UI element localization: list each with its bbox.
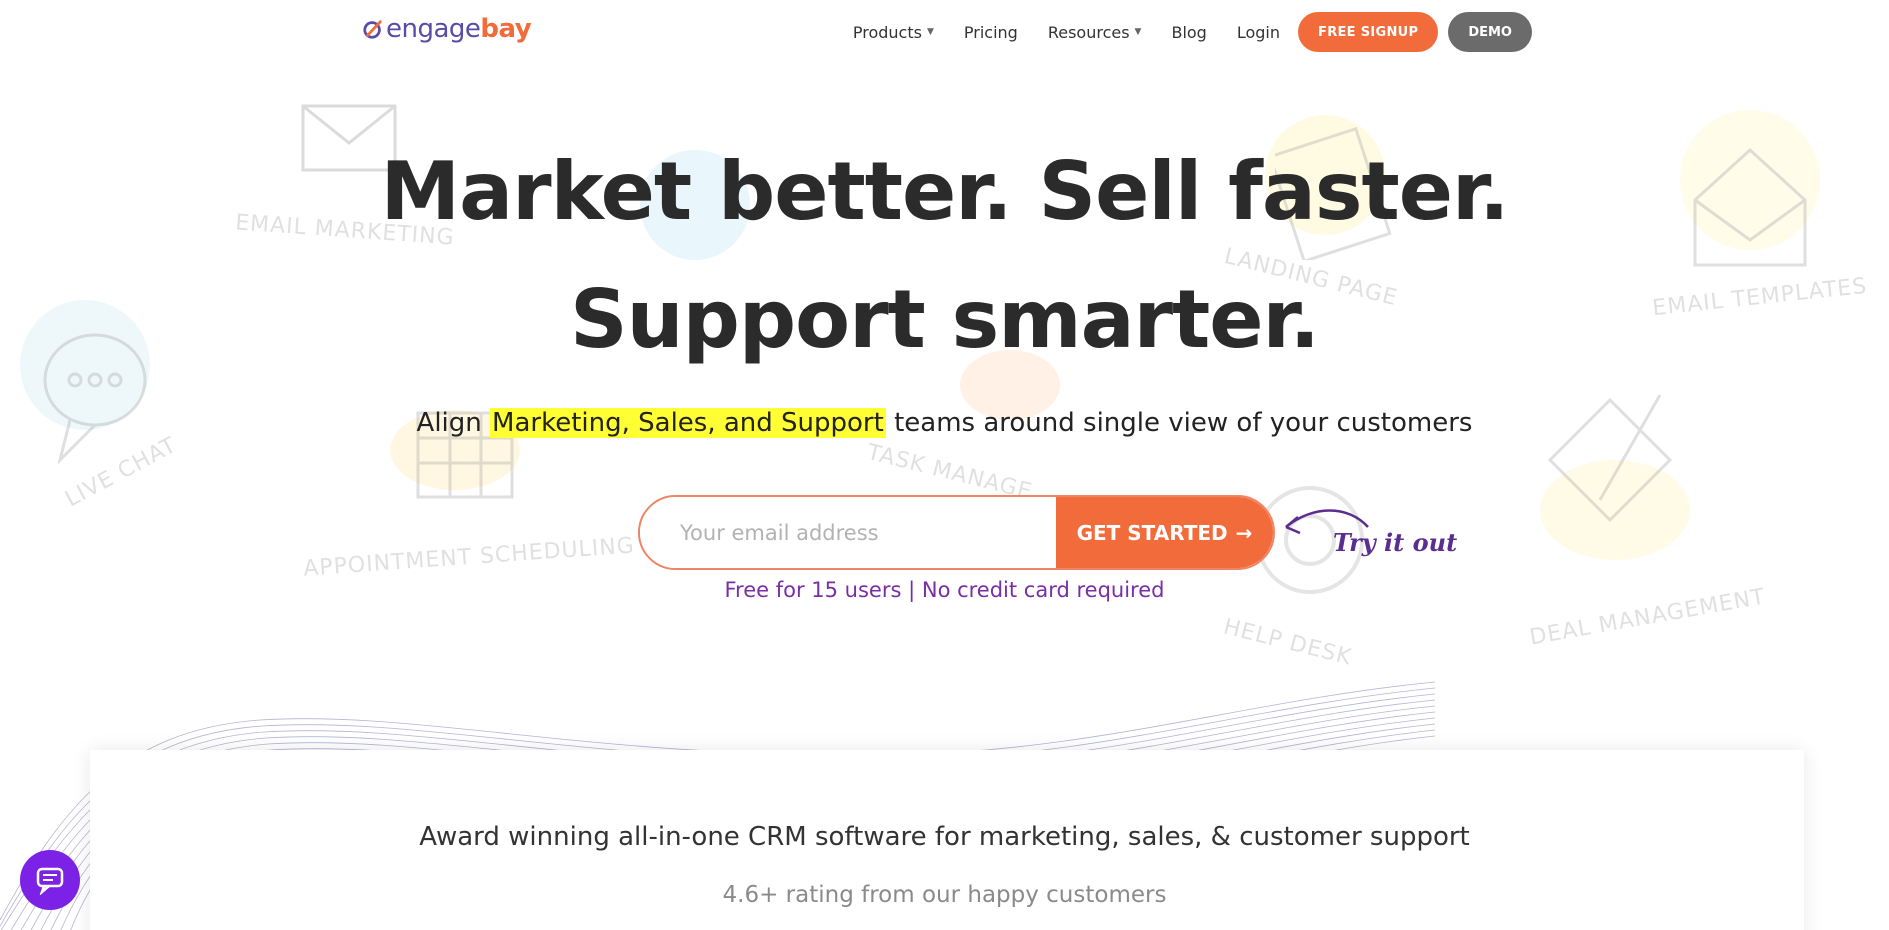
nav-item-pricing[interactable]: Pricing bbox=[964, 23, 1018, 42]
demo-button[interactable]: DEMO bbox=[1448, 12, 1532, 52]
get-started-label: GET STARTED bbox=[1076, 520, 1228, 545]
engagebay-logo[interactable]: engage bay bbox=[362, 14, 532, 44]
free-signup-button[interactable]: FREE SIGNUP bbox=[1298, 12, 1439, 52]
chat-bubble-icon bbox=[36, 867, 64, 895]
hero-headline-line2: Support smarter. bbox=[570, 273, 1320, 366]
nav-label-resources: Resources bbox=[1047, 22, 1130, 42]
award-title: Award winning all-in-one CRM software fo… bbox=[419, 822, 1470, 852]
doodle-label-appointment-scheduling: APPOINTMENT SCHEDULING bbox=[302, 533, 636, 582]
sub-text-before: Align bbox=[416, 408, 491, 438]
chevron-down-icon: ▼ bbox=[1134, 27, 1142, 37]
signup-form: GET STARTED → bbox=[638, 495, 1275, 570]
chevron-down-icon: ▼ bbox=[926, 27, 934, 37]
sub-text-after: teams around single view of your custome… bbox=[885, 408, 1473, 438]
get-started-button[interactable]: GET STARTED → bbox=[1056, 497, 1273, 568]
free-note: Free for 15 users | No credit card requi… bbox=[724, 578, 1165, 602]
nav-item-resources[interactable]: Resources ▼ bbox=[1048, 23, 1142, 42]
arrow-right-icon: → bbox=[1235, 520, 1253, 545]
doodle-label-help-desk: HELP DESK bbox=[1220, 614, 1355, 671]
nav-label-blog: Blog bbox=[1171, 22, 1207, 42]
nav-label-products: Products bbox=[852, 22, 922, 42]
main-menu: Products ▼ Pricing Resources ▼ Blog Logi… bbox=[823, 11, 1532, 53]
nav-label-pricing: Pricing bbox=[963, 22, 1018, 42]
chat-widget-button[interactable] bbox=[20, 850, 80, 910]
logo-mark-icon bbox=[363, 20, 382, 39]
hero-subheadline: Align Marketing, Sales, and Support team… bbox=[0, 408, 1889, 438]
sub-text-highlight: Marketing, Sales, and Support bbox=[490, 408, 886, 438]
nav-item-products[interactable]: Products ▼ bbox=[853, 23, 934, 42]
logo-text-engage: engage bbox=[386, 14, 481, 44]
try-it-out-label: Try it out bbox=[1333, 528, 1458, 557]
top-navigation: engage bay Products ▼ Pricing Resources ▼… bbox=[0, 0, 1889, 64]
email-input[interactable] bbox=[640, 497, 1056, 568]
nav-label-login: Login bbox=[1236, 22, 1281, 42]
rating-text: 4.6+ rating from our happy customers bbox=[722, 882, 1167, 908]
hero-headline-line1: Market better. Sell faster. bbox=[380, 145, 1510, 238]
nav-item-blog[interactable]: Blog bbox=[1171, 23, 1206, 42]
nav-item-login[interactable]: Login bbox=[1237, 23, 1280, 42]
logo-text-bay: bay bbox=[480, 14, 532, 44]
